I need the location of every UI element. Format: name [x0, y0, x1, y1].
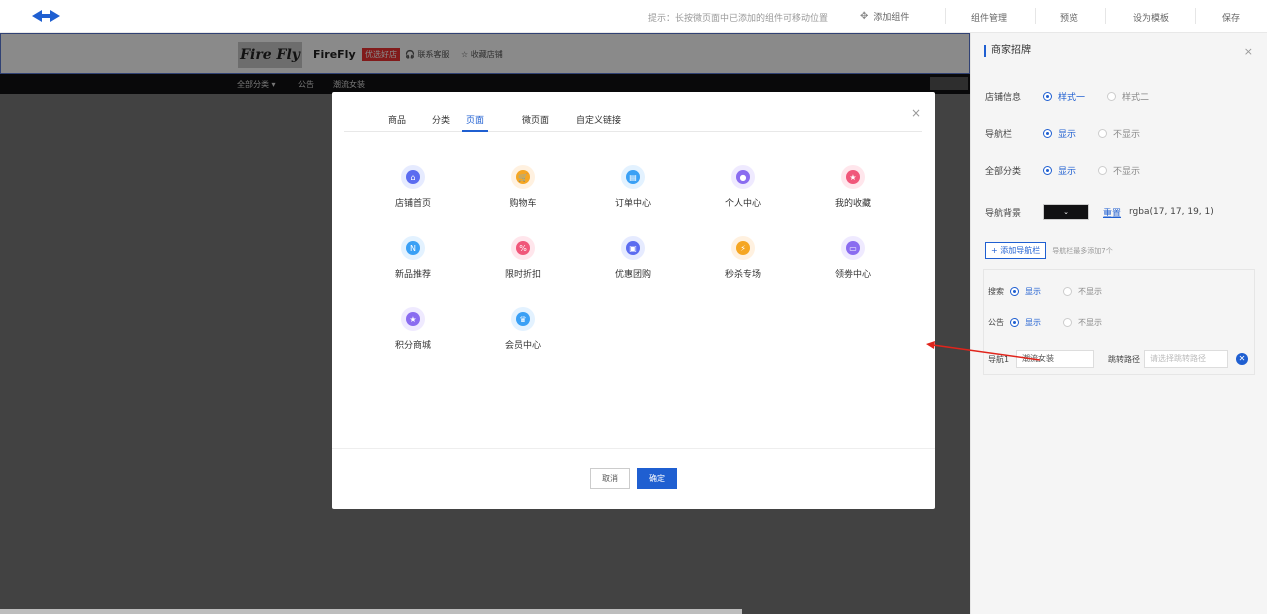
cancel-button[interactable]: 取消	[590, 468, 630, 489]
discount-icon: %	[511, 236, 535, 260]
radio-hide[interactable]: 不显示	[1098, 127, 1140, 140]
home-icon: ⌂	[401, 165, 425, 189]
page-link-label: 限时折扣	[504, 270, 541, 280]
new-icon: N	[401, 236, 425, 260]
page-link-label: 店铺首页	[394, 199, 431, 209]
row-all-categories: 全部分类 显示 不显示	[985, 164, 1162, 177]
row-label: 公告	[988, 318, 1004, 327]
page-link-label: 我的收藏	[834, 199, 871, 209]
tab-set-template[interactable]: 设为模板	[1133, 11, 1169, 24]
page-link-label: 领劵中心	[834, 270, 871, 280]
page-link-item[interactable]: ● 个人中心	[708, 165, 778, 209]
page-link-item[interactable]: ★ 我的收藏	[818, 165, 888, 209]
horizontal-scrollbar[interactable]	[0, 609, 742, 614]
radio-style-2[interactable]: 样式二	[1107, 90, 1149, 103]
save-button[interactable]: 保存	[1222, 11, 1240, 24]
add-nav-tip: 导航栏最多添加7个	[1052, 246, 1113, 255]
row-label: 全部分类	[985, 167, 1022, 177]
group-buy-icon: ▣	[621, 236, 645, 260]
confirm-button[interactable]: 确定	[637, 468, 677, 489]
row-label: 导航背景	[985, 208, 1022, 219]
top-toolbar: 提示：长按微页面中已添加的组件可移动位置 ✥ 添加组件 组件管理 预览 设为模板…	[0, 0, 1267, 33]
page-link-item[interactable]: ♛ 会员中心	[488, 307, 558, 351]
radio-hide[interactable]: 不显示	[1098, 164, 1140, 177]
tab-component-manage[interactable]: 组件管理	[971, 11, 1007, 24]
page-link-item[interactable]: ⌂ 店铺首页	[378, 165, 448, 209]
page-link-label: 新品推荐	[394, 270, 431, 280]
radio-show[interactable]: 显示	[1043, 127, 1076, 140]
star-icon: ★	[841, 165, 865, 189]
component-icon: ✥	[860, 11, 869, 22]
radio-show[interactable]: 显示	[1043, 164, 1076, 177]
radio-show[interactable]: 显示	[1010, 286, 1041, 297]
cart-icon: 🛒	[511, 165, 535, 189]
page-link-item[interactable]: N 新品推荐	[378, 236, 448, 280]
page-link-label: 会员中心	[504, 341, 541, 351]
page-link-item[interactable]: ▣ 优惠团购	[598, 236, 668, 280]
page-link-item[interactable]: ⚡ 秒杀专场	[708, 236, 778, 280]
row-store-info: 店铺信息 样式一 样式二	[985, 90, 1171, 103]
add-component-button[interactable]: ✥ 添加组件	[860, 10, 909, 23]
link-picker-dialog: × 商品 分类 页面 微页面 自定义链接 ⌂ 店铺首页 🛒 购物车 ▤ 订单中心 ● 个人中心…	[332, 92, 935, 509]
radio-hide[interactable]: 不显示	[1063, 317, 1102, 328]
panel-title: 商家招牌	[984, 45, 1031, 57]
divider	[1195, 8, 1196, 24]
row-notice: 公告 显示 不显示	[988, 317, 1124, 328]
page-link-label: 购物车	[509, 199, 537, 209]
divider	[1105, 8, 1106, 24]
jump-path-select[interactable]: 请选择跳转路径	[1144, 350, 1228, 368]
page-link-label: 个人中心	[724, 199, 761, 209]
divider	[1035, 8, 1036, 24]
tab-custom-link[interactable]: 自定义链接	[572, 113, 625, 132]
coupon-icon: ▭	[841, 236, 865, 260]
close-icon[interactable]: ×	[1244, 45, 1253, 58]
jump-label: 跳转路径	[1108, 354, 1140, 364]
row-nav-background: 导航背景 ⌄ 重置 rgba(17, 17, 19, 1)	[985, 204, 1214, 220]
points-icon: ★	[401, 307, 425, 331]
row-add-nav: + 添加导航栏 导航栏最多添加7个	[985, 242, 1113, 259]
tab-category[interactable]: 分类	[428, 113, 454, 132]
flash-sale-icon: ⚡	[731, 236, 755, 260]
page-link-label: 优惠团购	[614, 270, 651, 280]
page-link-item[interactable]: ★ 积分商城	[378, 307, 448, 351]
page-link-item[interactable]: 🛒 购物车	[488, 165, 558, 209]
row-label: 店铺信息	[985, 93, 1022, 103]
row-label: 搜索	[988, 287, 1004, 296]
tab-micro-page[interactable]: 微页面	[518, 113, 553, 132]
radio-show[interactable]: 显示	[1010, 317, 1041, 328]
vip-icon: ♛	[511, 307, 535, 331]
add-nav-button[interactable]: + 添加导航栏	[985, 242, 1047, 259]
order-icon: ▤	[621, 165, 645, 189]
page-link-item[interactable]: ▤ 订单中心	[598, 165, 668, 209]
row-nav-bar: 导航栏 显示 不显示	[985, 127, 1162, 140]
radio-hide[interactable]: 不显示	[1063, 286, 1102, 297]
logo-icon	[32, 10, 60, 22]
tab-preview[interactable]: 预览	[1060, 11, 1078, 24]
close-circle-icon[interactable]: ✕	[1236, 353, 1248, 365]
divider	[332, 448, 935, 449]
row-label: 导航栏	[985, 130, 1013, 140]
dialog-tabs: 商品 分类 页面 微页面 自定义链接	[344, 110, 922, 132]
page-link-label: 秒杀专场	[724, 270, 761, 280]
divider	[945, 8, 946, 24]
user-icon: ●	[731, 165, 755, 189]
add-component-label: 添加组件	[873, 13, 910, 23]
hint-text: 提示：长按微页面中已添加的组件可移动位置	[648, 14, 829, 24]
radio-style-1[interactable]: 样式一	[1043, 90, 1085, 103]
annotation-arrow	[926, 341, 1041, 361]
page-link-item[interactable]: ▭ 领劵中心	[818, 236, 888, 280]
tab-page[interactable]: 页面	[462, 113, 489, 132]
reset-link[interactable]: 重置	[1103, 206, 1121, 219]
page-link-label: 积分商城	[394, 341, 431, 351]
tab-goods[interactable]: 商品	[384, 113, 410, 132]
color-picker[interactable]: ⌄	[1043, 204, 1089, 220]
page-link-label: 订单中心	[614, 199, 651, 209]
row-search: 搜索 显示 不显示	[988, 286, 1124, 297]
color-value: rgba(17, 17, 19, 1)	[1129, 207, 1214, 217]
page-link-item[interactable]: % 限时折扣	[488, 236, 558, 280]
